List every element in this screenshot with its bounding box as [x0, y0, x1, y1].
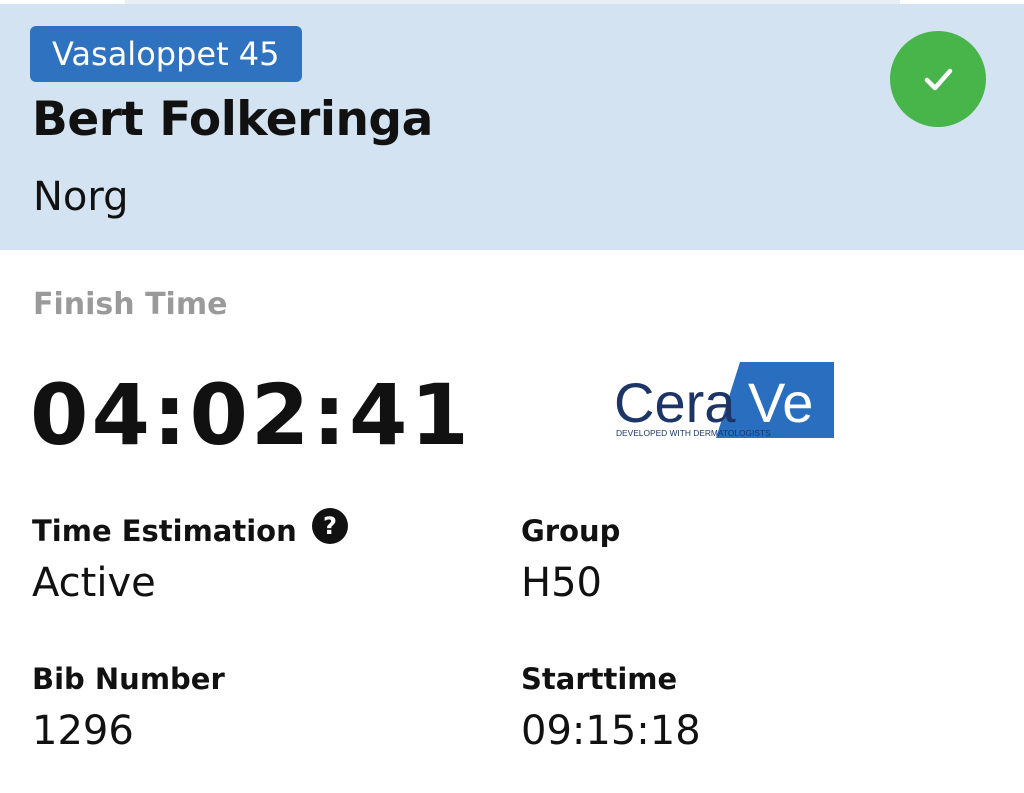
- athlete-name: Bert Folkeringa: [32, 92, 433, 147]
- race-badge: Vasaloppet 45: [30, 26, 302, 82]
- sponsor-logo-text-right: Ve: [748, 371, 813, 434]
- group-value: H50: [521, 560, 602, 606]
- athlete-header: Vasaloppet 45 Bert Folkeringa Norg: [0, 4, 1024, 250]
- sponsor-logo-text-left: Cera: [614, 371, 736, 434]
- athlete-country: Norg: [33, 174, 129, 220]
- finish-time-label: Finish Time: [33, 287, 228, 322]
- finished-status-badge: [890, 31, 986, 127]
- cerave-sponsor-logo: Cera Ve DEVELOPED WITH DERMATOLOGISTS: [614, 362, 834, 438]
- starttime-label: Starttime: [521, 662, 678, 696]
- time-estimation-value: Active: [32, 560, 156, 606]
- bib-number-label: Bib Number: [32, 662, 225, 696]
- starttime-value: 09:15:18: [521, 708, 701, 754]
- time-estimation-label: Time Estimation: [32, 514, 297, 548]
- help-icon[interactable]: ?: [312, 508, 348, 544]
- sponsor-tagline: DEVELOPED WITH DERMATOLOGISTS: [616, 428, 771, 438]
- bib-number-value: 1296: [32, 708, 134, 754]
- finish-time-value: 04:02:41: [30, 366, 472, 464]
- check-icon: [924, 68, 953, 91]
- group-label: Group: [521, 514, 621, 548]
